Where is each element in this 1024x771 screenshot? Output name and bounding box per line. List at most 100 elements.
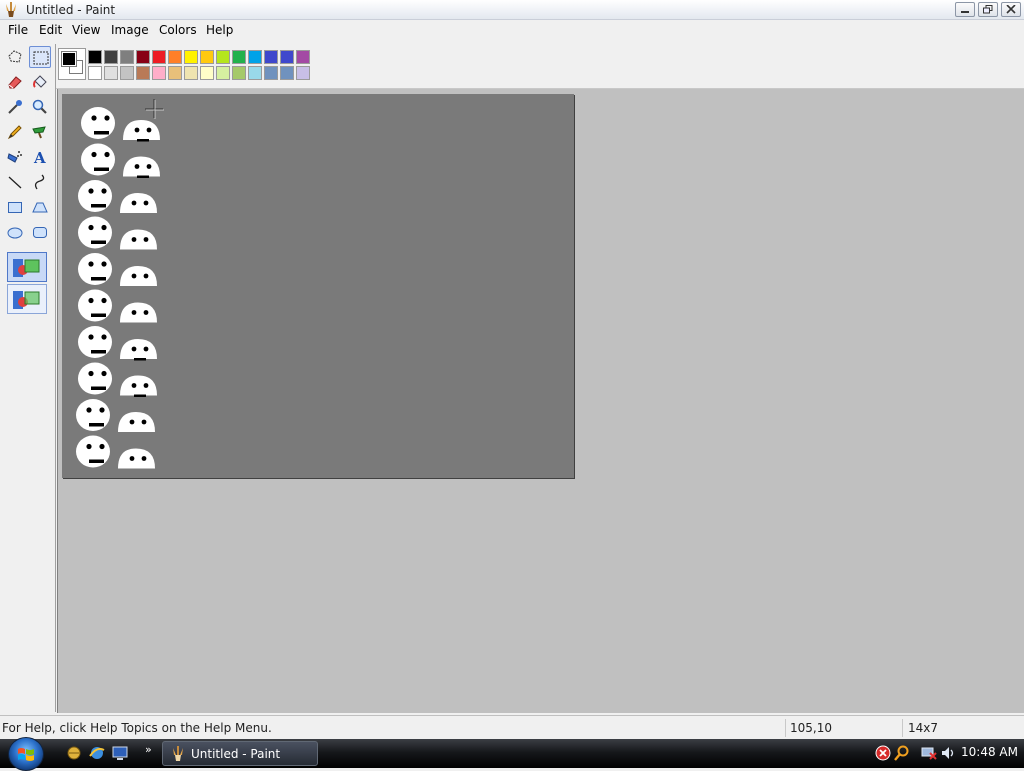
palette-swatch[interactable] [232, 50, 246, 64]
sprite-eye [131, 346, 137, 352]
option-transparent-selection[interactable] [7, 284, 47, 314]
sprite-eye [141, 419, 147, 425]
sprite-face-left [81, 143, 115, 176]
menu-file[interactable]: File [8, 23, 28, 37]
palette-swatch[interactable] [88, 66, 102, 80]
palette-swatch[interactable] [184, 66, 198, 80]
network-icon[interactable] [921, 745, 937, 761]
tool-pencil[interactable] [4, 121, 26, 143]
sprite-eye [101, 370, 107, 377]
sprite-face-right [118, 448, 155, 469]
tool-rounded-rectangle[interactable] [29, 221, 51, 243]
tool-fill[interactable] [29, 71, 51, 93]
palette-swatch[interactable] [280, 50, 294, 64]
menu-help[interactable]: Help [206, 23, 233, 37]
sprite-mouth [89, 423, 104, 427]
sprite-eye [143, 200, 149, 206]
close-button[interactable] [1001, 2, 1021, 17]
palette-swatch[interactable] [216, 50, 230, 64]
menu-image[interactable]: Image [111, 23, 149, 37]
title-bar: Untitled - Paint [0, 0, 1024, 20]
sprite-eye [86, 443, 92, 450]
palette-swatch[interactable] [168, 50, 182, 64]
palette-swatch[interactable] [264, 50, 278, 64]
restore-button[interactable] [978, 2, 998, 17]
tool-airbrush[interactable] [4, 146, 26, 168]
sprite-eye [143, 346, 149, 352]
internet-explorer-icon[interactable] [89, 745, 105, 761]
quick-launch-overflow-icon[interactable]: » [145, 743, 152, 756]
tool-eraser[interactable] [4, 71, 26, 93]
tool-select[interactable] [29, 46, 51, 68]
sprite-eye [134, 127, 140, 133]
sprite-mouth [89, 459, 104, 463]
menu-edit[interactable]: Edit [39, 23, 62, 37]
tool-pick-color[interactable] [4, 96, 26, 118]
sprite-eye [101, 188, 107, 194]
tool-polygon[interactable] [29, 196, 51, 218]
menu-colors[interactable]: Colors [159, 23, 197, 37]
sprite-eye [143, 310, 149, 315]
palette-swatch[interactable] [264, 66, 278, 80]
palette-swatch[interactable] [152, 66, 166, 80]
opaque-selection-icon [13, 259, 40, 277]
tool-ellipse[interactable] [4, 221, 26, 243]
palette-swatch[interactable] [216, 66, 230, 80]
taskbar-clock: 10:48 AM [961, 745, 1018, 759]
tool-curve[interactable] [29, 171, 51, 193]
crosshair-lines [145, 99, 163, 118]
palette-swatch[interactable] [104, 50, 118, 64]
sprite-face-right [120, 229, 157, 250]
palette-swatch[interactable] [120, 66, 134, 80]
sprite-mouth [91, 240, 106, 244]
drawing-canvas[interactable] [62, 94, 574, 478]
palette-swatch[interactable] [136, 66, 150, 80]
fill-bucket-icon [33, 75, 47, 88]
sprite-face-right [120, 193, 157, 213]
minimize-icon [961, 11, 969, 13]
foreground-color-swatch[interactable] [61, 51, 77, 67]
sprite-eye [88, 188, 94, 194]
taskbar-button-paint[interactable]: Untitled - Paint [162, 741, 318, 766]
palette-swatch[interactable] [104, 66, 118, 80]
explorer-icon[interactable] [66, 745, 82, 761]
sprite-eye [129, 419, 135, 425]
palette-swatch[interactable] [152, 50, 166, 64]
status-bar: For Help, click Help Topics on the Help … [0, 715, 1024, 739]
option-opaque-selection[interactable] [7, 252, 47, 282]
sprite-head [120, 229, 157, 250]
sprite-eye [101, 261, 107, 267]
menu-view[interactable]: View [72, 23, 100, 37]
tool-brush[interactable] [29, 121, 51, 143]
volume-icon[interactable] [940, 745, 956, 761]
sprite-eye [134, 164, 140, 169]
minimize-button[interactable] [955, 2, 975, 17]
palette-swatch[interactable] [248, 66, 262, 80]
palette-swatch[interactable] [296, 66, 310, 80]
palette-swatch[interactable] [88, 50, 102, 64]
tool-rectangle[interactable] [4, 196, 26, 218]
eyedropper-icon [8, 100, 22, 114]
palette-swatch[interactable] [200, 50, 214, 64]
palette-swatch[interactable] [296, 50, 310, 64]
palette-swatch[interactable] [120, 50, 134, 64]
palette-swatch[interactable] [248, 50, 262, 64]
crosshair-highlight [146, 100, 164, 119]
sprite-eye [104, 115, 110, 121]
security-alert-icon[interactable] [875, 745, 891, 761]
search-icon[interactable] [894, 745, 910, 761]
palette-swatch[interactable] [232, 66, 246, 80]
tool-magnifier[interactable] [29, 96, 51, 118]
palette-swatch[interactable] [280, 66, 294, 80]
show-desktop-icon[interactable] [112, 745, 128, 761]
palette-swatch[interactable] [184, 50, 198, 64]
palette-swatch[interactable] [136, 50, 150, 64]
palette-swatch[interactable] [200, 66, 214, 80]
start-button[interactable] [8, 737, 44, 771]
sprite-eye [131, 273, 137, 279]
tool-free-form-select[interactable] [4, 46, 26, 68]
tool-text[interactable]: A [29, 146, 51, 168]
tool-line[interactable] [4, 171, 26, 193]
sprite-face-left [78, 253, 112, 285]
palette-swatch[interactable] [168, 66, 182, 80]
